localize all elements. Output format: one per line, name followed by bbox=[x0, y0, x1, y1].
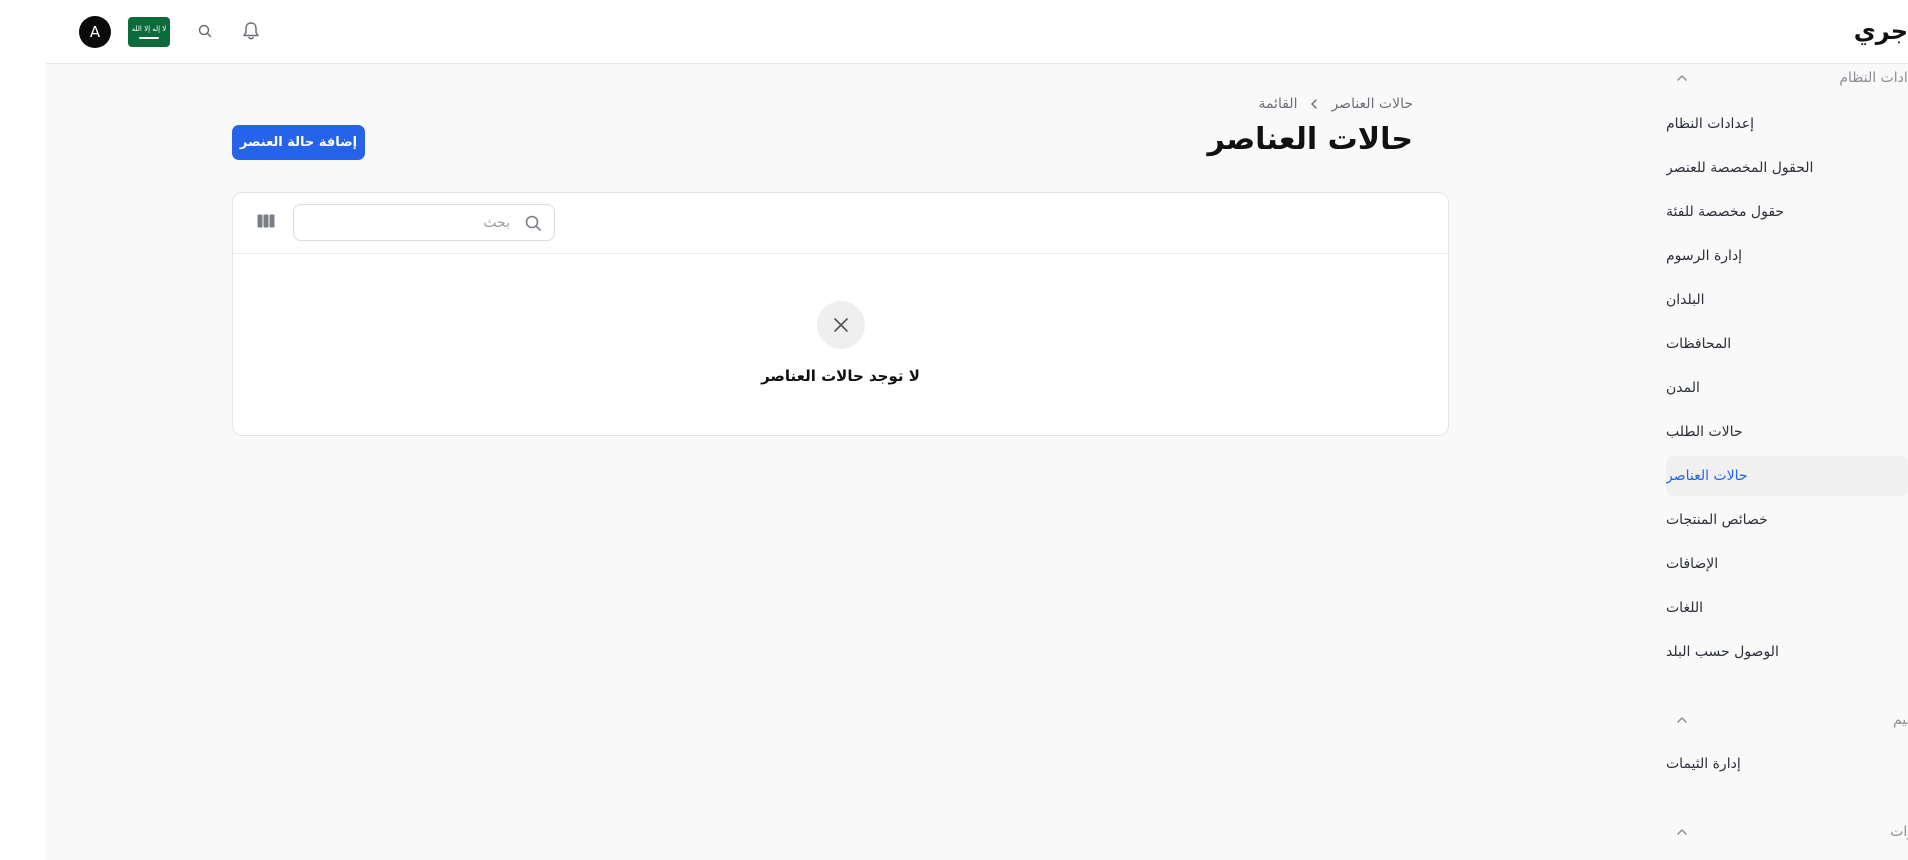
flag-script: لا إله إلا الله bbox=[131, 25, 167, 33]
brand-logo-text[interactable]: جري bbox=[1854, 16, 1908, 46]
sidebar-item-addons[interactable]: الإضافات bbox=[1666, 544, 1908, 584]
top-bar bbox=[46, 0, 1908, 64]
sidebar-group-label: وات bbox=[1890, 824, 1908, 840]
sidebar-item-languages[interactable]: اللغات bbox=[1666, 588, 1908, 628]
chevron-up-icon bbox=[1677, 717, 1687, 723]
sidebar: دادات النظام إعدادات النظام الحقول المخص… bbox=[1666, 64, 1908, 860]
sidebar-item-access-by-country[interactable]: الوصول حسب البلد bbox=[1666, 632, 1908, 672]
sidebar-group-tools[interactable]: وات bbox=[1666, 818, 1908, 848]
breadcrumb-item-item-statuses[interactable]: حالات العناصر bbox=[1331, 96, 1413, 112]
table-card: لا توجد حالات العناصر bbox=[232, 192, 1449, 436]
columns-toggle-icon[interactable] bbox=[257, 214, 275, 228]
chevron-left-icon bbox=[1311, 99, 1318, 109]
bell-icon[interactable] bbox=[241, 20, 261, 42]
sidebar-group-label: دادات النظام bbox=[1839, 70, 1908, 86]
sidebar-item-themes-management[interactable]: إدارة الثيمات bbox=[1666, 744, 1908, 784]
sidebar-item-countries[interactable]: البلدان bbox=[1666, 280, 1908, 320]
sidebar-item-item-custom-fields[interactable]: الحقول المخصصة للعنصر bbox=[1666, 148, 1908, 188]
left-edge bbox=[0, 0, 46, 860]
add-item-status-button[interactable]: إضافة حالة العنصر bbox=[232, 125, 365, 160]
sidebar-item-product-attributes[interactable]: خصائص المنتجات bbox=[1666, 500, 1908, 540]
sidebar-item-category-custom-fields[interactable]: حقول مخصصة للفئة bbox=[1666, 192, 1908, 232]
sidebar-group-system-settings[interactable]: دادات النظام bbox=[1666, 64, 1908, 94]
flag-sword bbox=[139, 37, 159, 39]
sidebar-item-fees-management[interactable]: إدارة الرسوم bbox=[1666, 236, 1908, 276]
chevron-up-icon bbox=[1677, 829, 1687, 835]
search-field[interactable] bbox=[293, 204, 555, 241]
language-flag-button[interactable]: لا إله إلا الله bbox=[128, 17, 170, 47]
search-icon[interactable] bbox=[197, 23, 213, 39]
sidebar-item-item-statuses[interactable]: حالات العناصر bbox=[1666, 456, 1908, 496]
breadcrumb-item-list: القائمة bbox=[1258, 96, 1298, 112]
sidebar-item-system-settings[interactable]: إعدادات النظام bbox=[1666, 104, 1908, 144]
sidebar-item-cities[interactable]: المدن bbox=[1666, 368, 1908, 408]
breadcrumb: حالات العناصر القائمة bbox=[1258, 96, 1413, 112]
main-content bbox=[46, 64, 1666, 860]
sidebar-item-governorates[interactable]: المحافظات bbox=[1666, 324, 1908, 364]
avatar[interactable]: A bbox=[79, 16, 111, 48]
sidebar-group-design[interactable]: ميم bbox=[1666, 706, 1908, 736]
empty-state-x-icon bbox=[817, 301, 865, 349]
empty-state-message: لا توجد حالات العناصر bbox=[761, 367, 920, 385]
search-input[interactable] bbox=[304, 205, 510, 240]
sidebar-item-order-statuses[interactable]: حالات الطلب bbox=[1666, 412, 1908, 452]
page-title: حالات العناصر bbox=[1207, 122, 1413, 157]
search-icon bbox=[524, 214, 542, 236]
chevron-up-icon bbox=[1677, 75, 1687, 81]
sidebar-group-label: ميم bbox=[1892, 712, 1908, 728]
table-toolbar bbox=[233, 193, 1448, 254]
avatar-initial: A bbox=[89, 23, 101, 41]
